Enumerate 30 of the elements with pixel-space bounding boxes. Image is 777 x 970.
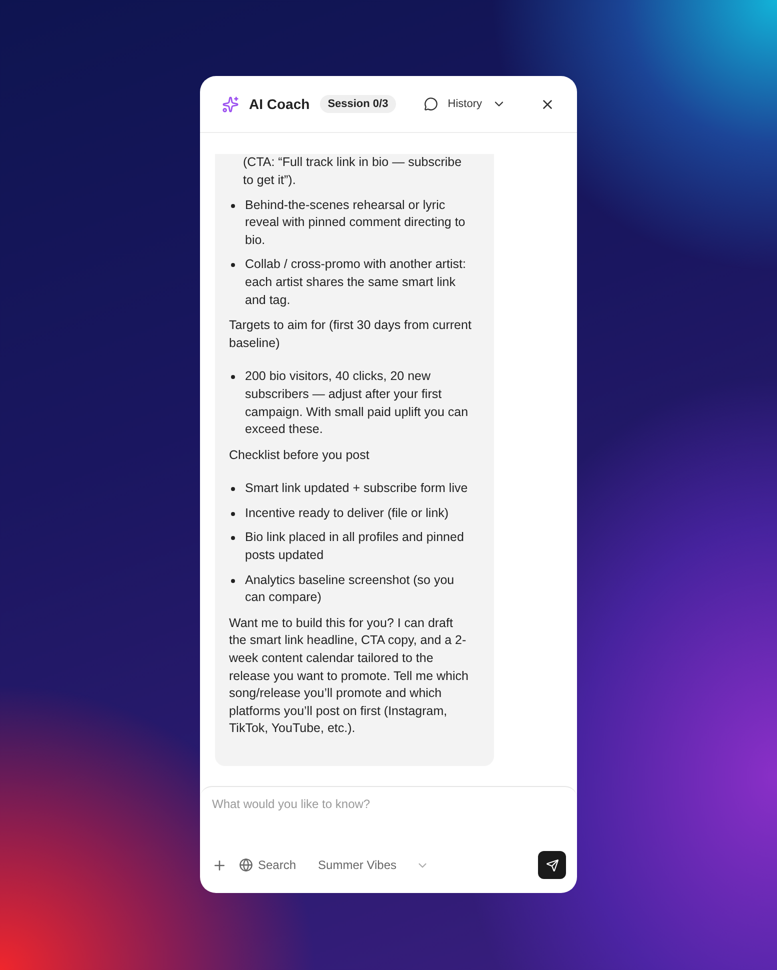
message-paragraph: Targets to aim for (first 30 days from current baseline): [229, 317, 472, 352]
send-icon: [546, 858, 558, 872]
bullet-dot: [231, 263, 235, 268]
bullet-text: (CTA: “Full track link in bio — subscribe to get it”).: [243, 154, 463, 189]
bullet-text: Incentive ready to deliver (file or link): [245, 504, 449, 522]
bullet-dot: [231, 512, 235, 516]
sparkle-icon: [222, 96, 239, 112]
panel-title: AI Coach: [249, 96, 310, 112]
add-button[interactable]: [212, 858, 227, 872]
project-dropdown[interactable]: Summer Vibes: [318, 858, 429, 872]
message-paragraph: Want me to build this for you? I can draft the smart link headline, CTA copy, and a 2-week content calendar tailored to the release you want to promote. Tell me which song/release you’ll promote and which platforms you’ll post on first (Instagram, TikTok, YouTube, etc.).: [229, 614, 470, 738]
history-button[interactable]: History: [424, 97, 506, 111]
send-button[interactable]: [538, 851, 566, 879]
bullet-dot: [231, 204, 235, 208]
bullet-text: Collab / cross-promo with another artist: each artist shares the same smart link and tag.: [245, 256, 467, 309]
globe-icon: [239, 858, 253, 872]
bullet-text: 200 bio visitors, 40 clicks, 20 new subscribers — adjust after your first campaign. With small paid uplift you can exceed these.: [245, 368, 470, 438]
bullet-dot: [231, 375, 235, 380]
bullet-text: Smart link updated + subscribe form live: [245, 480, 468, 498]
session-counter: Session 0/3: [320, 95, 396, 113]
bullet-text: Analytics baseline screenshot (so you can compare): [245, 572, 456, 606]
bullet-dot: [231, 487, 235, 492]
message-paragraph: Checklist before you post: [229, 446, 370, 464]
bullet-dot: [231, 536, 235, 540]
plus-icon: [212, 858, 227, 872]
bullet-dot: [231, 578, 235, 583]
chat-bubble-icon: [424, 97, 438, 111]
bullet-text: Bio link placed in all profiles and pinned posts updated: [245, 529, 465, 564]
search-button[interactable]: Search: [239, 858, 296, 872]
bullet-text: Behind-the-scenes rehearsal or lyric reveal with pinned comment directing to bio.: [245, 196, 466, 249]
